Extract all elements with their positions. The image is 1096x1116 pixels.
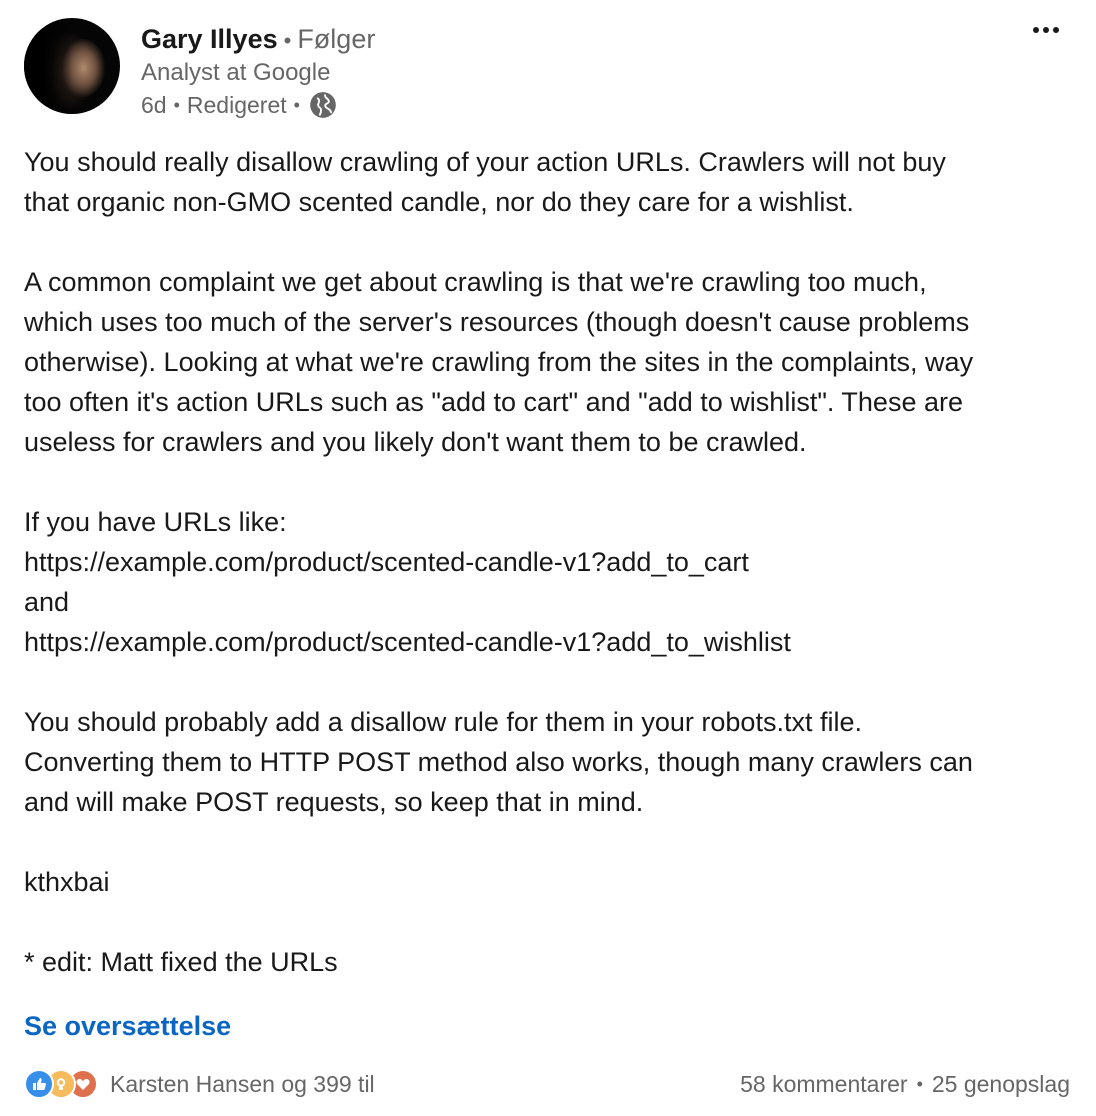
post-line: and will make POST requests, so keep tha… bbox=[24, 787, 644, 817]
globe-icon bbox=[310, 92, 336, 118]
post-line: otherwise). Looking at what we're crawli… bbox=[24, 347, 974, 377]
social-counts-bar: Karsten Hansen og 399 til 58 kommentarer… bbox=[24, 1066, 1070, 1102]
reposts-count-link[interactable]: 25 genopslag bbox=[932, 1071, 1070, 1098]
author-name[interactable]: Gary Illyes bbox=[141, 24, 278, 54]
separator-dot: • bbox=[293, 95, 300, 115]
see-translation-button[interactable]: Se oversættelse bbox=[24, 1006, 231, 1046]
post-line: which uses too much of the server's reso… bbox=[24, 307, 970, 337]
post-line: too often it's action URLs such as "add … bbox=[24, 387, 963, 417]
post-line: that organic non-GMO scented candle, nor… bbox=[24, 187, 854, 217]
engagement-counts: 58 kommentarer • 25 genopslag bbox=[740, 1071, 1070, 1098]
more-dot bbox=[1043, 27, 1049, 33]
comments-count-link[interactable]: 58 kommentarer bbox=[740, 1071, 907, 1098]
post-line: A common complaint we get about crawling… bbox=[24, 267, 927, 297]
more-dot bbox=[1053, 27, 1059, 33]
more-options-button[interactable] bbox=[1028, 18, 1064, 42]
post-time[interactable]: 6d bbox=[141, 90, 167, 120]
post-url-line: https://example.com/product/scented-cand… bbox=[24, 627, 791, 657]
separator-dot: • bbox=[916, 1073, 923, 1094]
separator-dot: • bbox=[283, 28, 292, 53]
reactors-link[interactable]: Karsten Hansen og 399 til bbox=[110, 1071, 375, 1098]
like-icon bbox=[24, 1069, 54, 1099]
author-avatar[interactable] bbox=[24, 18, 120, 114]
post-line: kthxbai bbox=[24, 867, 110, 897]
follow-status: Følger bbox=[297, 24, 376, 54]
reaction-icons[interactable] bbox=[24, 1069, 98, 1099]
post-line: useless for crawlers and you likely don'… bbox=[24, 427, 807, 457]
post-line: If you have URLs like: bbox=[24, 507, 287, 537]
edited-label: Redigeret bbox=[186, 92, 287, 118]
more-dot bbox=[1033, 27, 1039, 33]
post-text: You should really disallow crawling of y… bbox=[24, 142, 1074, 982]
post-line: * edit: Matt fixed the URLs bbox=[24, 947, 338, 977]
post-meta: 6d • Redigeret • bbox=[141, 90, 337, 120]
post-line: Converting them to HTTP POST method also… bbox=[24, 747, 973, 777]
post-line: You should probably add a disallow rule … bbox=[24, 707, 862, 737]
linkedin-post: Gary Illyes • Følger Analyst at Google 6d … bbox=[0, 0, 1096, 1116]
post-line: You should really disallow crawling of y… bbox=[24, 147, 946, 177]
separator-dot: • bbox=[173, 95, 180, 115]
author-line: Gary Illyes • Følger bbox=[141, 22, 375, 58]
author-headline: Analyst at Google bbox=[141, 59, 331, 86]
post-line: and bbox=[24, 587, 70, 617]
post-url-line: https://example.com/product/scented-cand… bbox=[24, 547, 749, 577]
